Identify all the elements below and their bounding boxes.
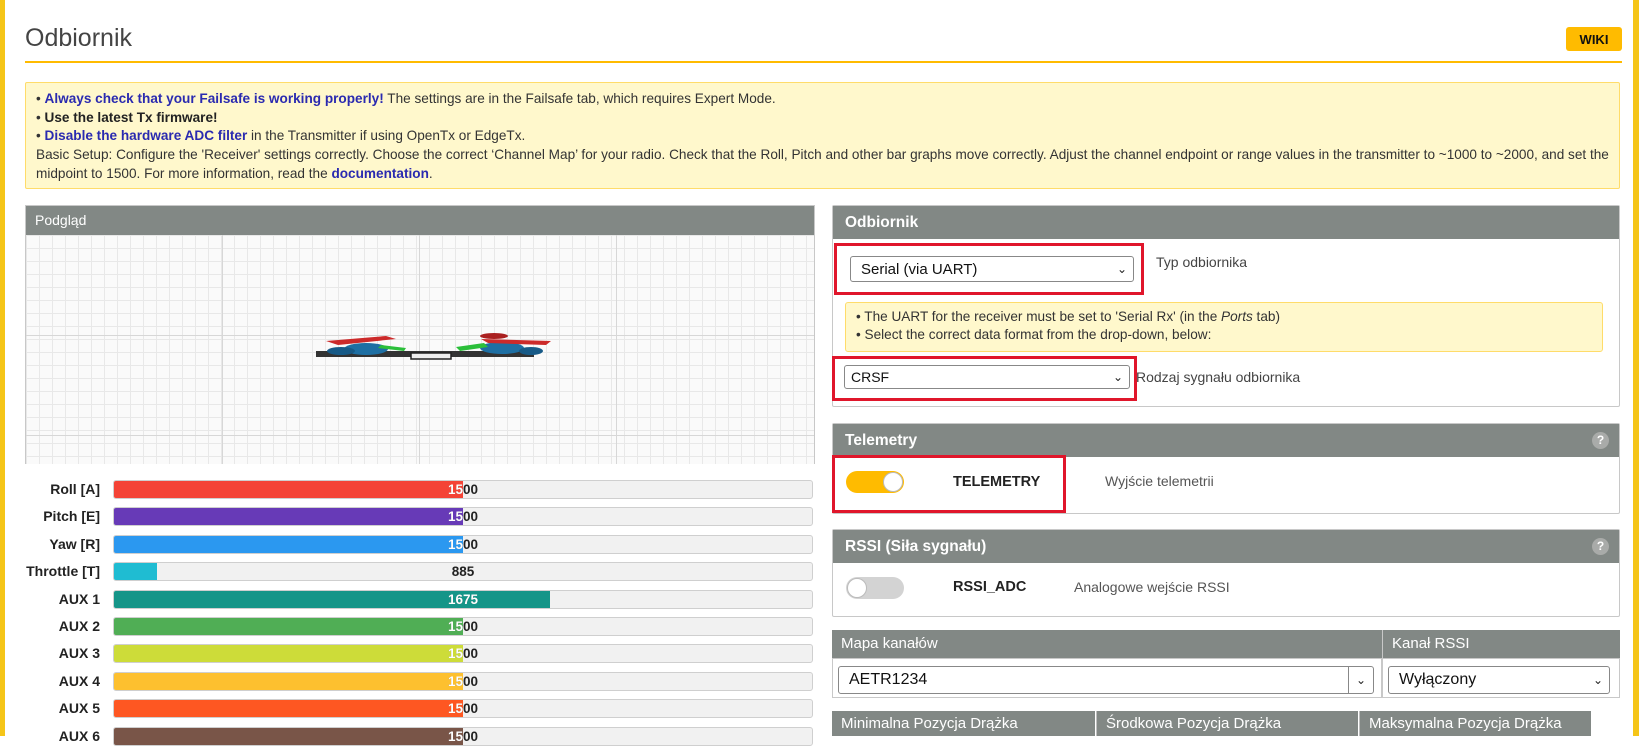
channel-row: AUX 1 1675 1675 [25, 590, 815, 609]
channel-row: Yaw [R] 15001500 [25, 535, 815, 554]
channel-row: AUX 3 15001500 [25, 644, 815, 663]
channel-bar: 15001500 [113, 727, 813, 746]
note-line-4: Basic Setup: Configure the 'Receiver' se… [36, 147, 1609, 181]
wiki-button[interactable]: WIKI [1566, 27, 1622, 51]
channel-value-overlay: 1500 [447, 537, 463, 552]
channel-label: Pitch [E] [43, 508, 100, 524]
receiver-note: • The UART for the receiver must be set … [845, 302, 1603, 352]
receiver-type-select[interactable]: Serial (via UART) ⌄ [850, 256, 1134, 282]
channel-value-overlay: 1500 [447, 646, 463, 661]
channel-label: AUX 6 [58, 728, 100, 744]
channel-row: AUX 5 15001500 [25, 699, 815, 718]
chevron-down-icon: ⌄ [1592, 673, 1603, 687]
channel-bar: 885 885 [113, 562, 813, 581]
note-line-1: • Always check that your Failsafe is wor… [36, 91, 776, 106]
channel-map-input[interactable]: AETR1234 ⌄ [838, 666, 1374, 694]
channel-map-header: Mapa kanałów [832, 630, 1382, 658]
rssi-panel: RSSI (Siła sygnału)? [832, 529, 1620, 617]
telemetry-header: Telemetry? [833, 424, 1619, 457]
channel-row: AUX 6 15001500 [25, 727, 815, 746]
right-accent-stripe [1633, 0, 1639, 736]
channel-bar: 15001500 [113, 535, 813, 554]
channel-label: Yaw [R] [49, 536, 100, 552]
channel-value-overlay: 885 [114, 563, 157, 580]
channel-label: Throttle [T] [26, 563, 100, 579]
rssi-channel-select[interactable]: Wyłączony ⌄ [1388, 666, 1610, 694]
documentation-link[interactable]: documentation [331, 166, 428, 181]
telemetry-toggle[interactable] [846, 471, 904, 493]
help-icon[interactable]: ? [1592, 432, 1609, 449]
channel-label: AUX 4 [58, 673, 100, 689]
note-line-2: • Use the latest Tx firmware! [36, 109, 218, 125]
channel-label: AUX 3 [58, 645, 100, 661]
channel-bar: 1675 1675 [113, 590, 813, 609]
left-accent-stripe [0, 0, 5, 736]
page-title: Odbiornik [25, 24, 132, 52]
failsafe-warning: Always check that your Failsafe is worki… [44, 91, 384, 106]
channel-value-overlay: 1500 [447, 701, 463, 716]
channel-value-overlay: 1675 [447, 592, 479, 607]
adc-filter-warning: Disable the hardware ADC filter [44, 128, 248, 144]
receiver-header: Odbiornik [833, 206, 1619, 239]
chevron-down-icon: ⌄ [1112, 370, 1123, 384]
channel-row: Throttle [T] 885 885 [25, 562, 815, 581]
provider-label: Rodzaj sygnału odbiornika [1136, 369, 1301, 385]
note-line-3: • Disable the hardware ADC filter in the… [36, 128, 526, 144]
channel-value-overlay: 1500 [447, 482, 463, 497]
info-note: • Always check that your Failsafe is wor… [25, 82, 1620, 189]
rssi-adc-description: Analogowe wejście RSSI [1074, 579, 1230, 595]
firmware-warning: Use the latest Tx firmware! [44, 109, 218, 125]
stick-min-header: Minimalna Pozycja Drążka [832, 711, 1095, 736]
channel-bar: 15001500 [113, 617, 813, 636]
channel-value: 885 [451, 564, 475, 579]
telemetry-toggle-label: TELEMETRY [953, 474, 1041, 490]
rssi-adc-toggle[interactable] [846, 577, 904, 599]
stick-max-header: Maksymalna Pozycja Drążka [1359, 711, 1591, 736]
preview-panel: Podgląd [25, 205, 815, 464]
chevron-down-icon: ⌄ [1348, 667, 1373, 693]
channel-row: Roll [A] 15001500 [25, 480, 815, 499]
channel-label: Roll [A] [50, 481, 100, 497]
channel-row: Pitch [E] 15001500 [25, 507, 815, 526]
channel-label: AUX 2 [58, 618, 100, 634]
channel-row: AUX 2 15001500 [25, 617, 815, 636]
channel-value-overlay: 1500 [447, 729, 463, 744]
serial-provider-select[interactable]: CRSF ⌄ [844, 365, 1130, 389]
title-divider [25, 61, 1622, 63]
channel-bar: 15001500 [113, 672, 813, 691]
receiver-type-label: Typ odbiornika [1156, 254, 1248, 270]
rssi-adc-label: RSSI_ADC [953, 579, 1027, 595]
channel-label: AUX 1 [58, 591, 100, 607]
channel-bar: 15001500 [113, 699, 813, 718]
preview-canvas[interactable] [26, 235, 814, 464]
channel-bar: 15001500 [113, 644, 813, 663]
preview-header: Podgląd [26, 206, 814, 235]
stick-center-header: Środkowa Pozycja Drążka [1096, 711, 1358, 736]
rssi-channel-header: Kanał RSSI [1382, 630, 1620, 658]
channel-bar: 15001500 [113, 507, 813, 526]
channel-bar: 15001500 [113, 480, 813, 499]
channel-row: AUX 4 15001500 [25, 672, 815, 691]
quadcopter-model [316, 333, 551, 360]
telemetry-description: Wyjście telemetrii [1105, 473, 1214, 489]
rssi-header: RSSI (Siła sygnału)? [833, 530, 1619, 563]
channel-value-overlay: 1500 [447, 674, 463, 689]
help-icon[interactable]: ? [1592, 538, 1609, 555]
channel-value-overlay: 1500 [447, 509, 463, 524]
channel-value-overlay: 1500 [447, 619, 463, 634]
chevron-down-icon: ⌄ [1116, 262, 1127, 276]
channel-label: AUX 5 [58, 700, 100, 716]
